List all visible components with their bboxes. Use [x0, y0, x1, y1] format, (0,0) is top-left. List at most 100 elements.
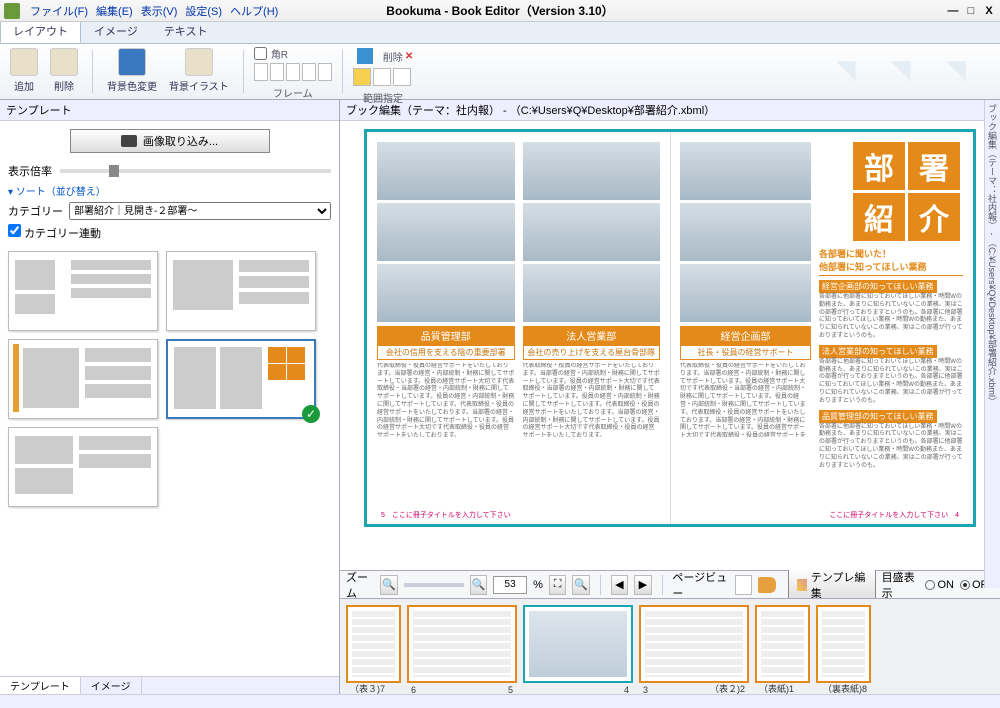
left-tab-image[interactable]: イメージ: [81, 677, 142, 694]
section-2-body: 代表取締役・役員の経営サポートをいたしております。当部署の経営・内部統制・財務に…: [523, 363, 661, 437]
page-thumb-6-5[interactable]: 65: [407, 605, 517, 683]
section-2-sub: 会社の売り上げを支える屋台骨部隊: [523, 345, 661, 360]
tab-layout[interactable]: レイアウト: [0, 19, 81, 43]
bgcolor-icon: [118, 48, 146, 76]
template-panel: テンプレート 画像取り込み... 表示倍率 ▾ ソート（並び替え） カテゴリー …: [0, 100, 340, 694]
menu-file[interactable]: ファイル(F): [26, 3, 92, 19]
menu-view[interactable]: 表示(V): [137, 3, 182, 19]
zoom-value-input[interactable]: [493, 576, 527, 594]
pageview-single-icon[interactable]: [735, 575, 752, 595]
frame-style-5[interactable]: [318, 63, 332, 81]
template-thumb-4-selected[interactable]: ✓: [166, 339, 316, 419]
frame-group-label: フレーム: [254, 85, 332, 100]
bottom-toolbar: ズーム 🔍 🔍 % ⛶ 🔍 ◀ ▶ ページビュー テンプレ編集 目盛表示 ON …: [340, 570, 1000, 598]
section-3-name: 経営企画部: [680, 326, 811, 345]
page-spread[interactable]: 品質管理部 会社の信用を支える陰の重要部署 代表取締役・役員の経営サポートをいた…: [364, 129, 976, 527]
zoom-slider[interactable]: [60, 169, 331, 173]
wand-icon: [797, 579, 807, 591]
tab-image[interactable]: イメージ: [81, 19, 151, 43]
section-3-sub: 社長・役員の経営サポート: [680, 345, 811, 360]
template-thumb-2[interactable]: [166, 251, 316, 331]
frame-style-1[interactable]: [254, 63, 268, 81]
opt-3[interactable]: [393, 68, 411, 86]
zoom-label: 表示倍率: [8, 163, 52, 179]
tab-text[interactable]: テキスト: [151, 19, 221, 43]
section-1-sub: 会社の信用を支える陰の重要部署: [377, 345, 515, 360]
page-thumb-back3[interactable]: （表３)7: [346, 605, 401, 683]
zoom-fit-icon[interactable]: ⛶: [549, 575, 566, 595]
frame-style-3[interactable]: [286, 63, 300, 81]
nav-prev-icon[interactable]: ◀: [611, 575, 628, 595]
opt-2[interactable]: [373, 68, 391, 86]
section-1-body: 代表取締役・役員の経営サポートをいたしております。当部署の経営・内部統制・財務に…: [377, 363, 515, 437]
category-label: カテゴリー: [8, 203, 63, 219]
image-import-button[interactable]: 画像取り込み...: [70, 129, 270, 153]
info-item-1: 経営企画部の知ってほしい業務各部署に他部署に知っておいてほしい業務・時間Wの勤務…: [819, 280, 963, 341]
menubar: ファイル(F) 編集(E) 表示(V) 設定(S) ヘルプ(H) Bookuma…: [0, 0, 1000, 22]
template-thumb-1[interactable]: [8, 251, 158, 331]
zoom-label-btm: ズーム: [346, 569, 374, 601]
maximize-button[interactable]: □: [964, 5, 978, 17]
ribbon-decor-icon: ◥ ◥ ◥: [836, 54, 980, 85]
corner-checkbox[interactable]: [254, 47, 267, 60]
scale-on-radio[interactable]: ON: [925, 579, 954, 591]
add-icon: [10, 48, 38, 76]
bgillust-icon: [185, 48, 213, 76]
page-foot-right: ここに冊子タイトルを入力して下さい 4: [829, 510, 959, 520]
check-icon: ✓: [302, 405, 320, 423]
info-head: 各部署に聞いた！他部署に知ってほしい業務: [819, 247, 963, 276]
close-button[interactable]: X: [982, 5, 996, 17]
zoom-in-icon[interactable]: 🔍: [470, 575, 487, 595]
frame-style-4[interactable]: [302, 63, 316, 81]
add-button[interactable]: 追加: [6, 46, 42, 95]
info-item-2: 法人営業部の知ってほしい業務各部署に他部署に知っておいてほしい業務・時間Wの勤務…: [819, 345, 963, 406]
minimize-button[interactable]: —: [946, 5, 960, 17]
page-thumb-cover[interactable]: （表紙)1: [755, 605, 810, 683]
menu-settings[interactable]: 設定(S): [181, 3, 226, 19]
ribbon: 追加 削除 背景色変更 背景イラスト 角R フレーム 削除✕: [0, 44, 1000, 100]
delete-x-icon[interactable]: ✕: [405, 51, 413, 62]
section-1-name: 品質管理部: [377, 326, 515, 345]
category-select[interactable]: 部署紹介｜見開き-２部署～: [69, 202, 331, 220]
nav-next-icon[interactable]: ▶: [634, 575, 651, 595]
zoom-100-icon[interactable]: 🔍: [572, 575, 589, 595]
panel-title: テンプレート: [0, 100, 339, 121]
sort-toggle[interactable]: ▾ ソート（並び替え）: [0, 181, 339, 200]
delete-button[interactable]: 削除: [46, 46, 82, 95]
page-thumb-current[interactable]: 4: [523, 605, 633, 683]
bgcolor-button[interactable]: 背景色変更: [103, 46, 161, 95]
bgillust-button[interactable]: 背景イラスト: [165, 46, 233, 95]
left-tab-template[interactable]: テンプレート: [0, 677, 81, 694]
template-thumb-3[interactable]: [8, 339, 158, 419]
zoom-slider-btm[interactable]: [404, 583, 464, 587]
section-2-name: 法人営業部: [523, 326, 661, 345]
scale-toggle-label: 目盛表示: [882, 569, 920, 601]
page-title-block: 部 署 紹 介: [853, 142, 963, 241]
category-link-checkbox[interactable]: カテゴリー連動: [8, 228, 101, 240]
zoom-out-icon[interactable]: 🔍: [380, 575, 397, 595]
ribbon-tabs: レイアウト イメージ テキスト: [0, 22, 1000, 44]
editor-area: ブック編集（テーマ：社内報） - （C:¥Users¥Q¥Desktop¥部署紹…: [340, 100, 1000, 694]
opt-1[interactable]: [353, 68, 371, 86]
page-thumb-backcover[interactable]: （裏表紙)8: [816, 605, 871, 683]
template-thumb-5[interactable]: [8, 427, 158, 507]
pageview-book-icon[interactable]: [758, 577, 775, 593]
frame-style-2[interactable]: [270, 63, 284, 81]
page-thumb-3-2[interactable]: 3（表２)2: [639, 605, 749, 683]
delete-icon: [50, 48, 78, 76]
app-logo-icon: [4, 3, 20, 19]
app-title: Bookuma - Book Editor（Version 3.10）: [386, 2, 613, 19]
page-strip[interactable]: （表３)7 65 4 3（表２)2 （表紙)1 （裏表紙)8: [340, 598, 1000, 694]
scope-group-label: 範囲指定: [353, 90, 413, 105]
canvas[interactable]: 品質管理部 会社の信用を支える陰の重要部署 代表取締役・役員の経営サポートをいた…: [340, 121, 1000, 570]
page-foot-left: 5 ここに冊子タイトルを入力して下さい: [381, 510, 511, 520]
menu-edit[interactable]: 編集(E): [92, 3, 137, 19]
menu-help[interactable]: ヘルプ(H): [226, 3, 282, 19]
section-3-body: 代表取締役・役員の経営サポートをいたしております。当部署の経営・内部統制・財務に…: [680, 363, 811, 437]
scope-icon: [357, 48, 373, 64]
scope-button[interactable]: [353, 46, 377, 66]
pageview-label: ページビュー: [672, 569, 729, 601]
camera-icon: [121, 135, 137, 147]
vertical-tab[interactable]: ブック編集（テーマ：社内報） - （C:¥Users¥Q¥Desktop¥部署紹…: [984, 100, 1000, 588]
status-bar: [0, 694, 1000, 708]
